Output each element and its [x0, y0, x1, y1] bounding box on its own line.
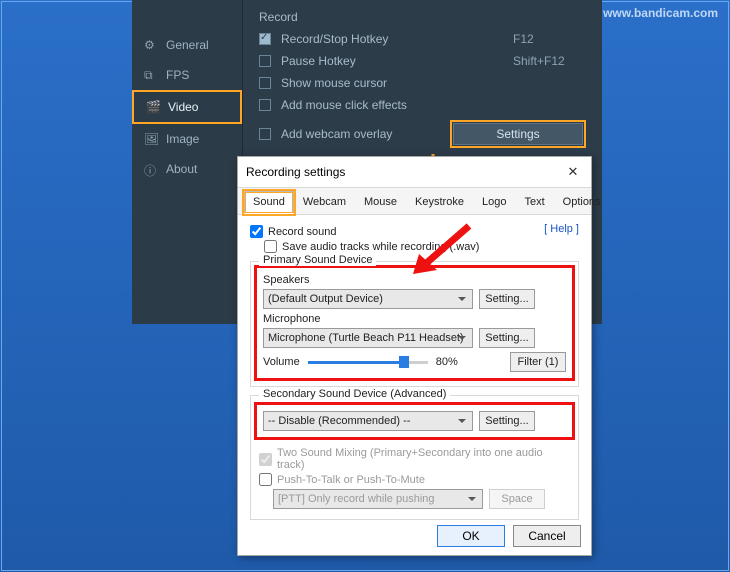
label-speakers: Speakers — [263, 274, 566, 286]
ptt-key-box: Space — [489, 489, 545, 509]
select-microphone[interactable]: Microphone (Turtle Beach P11 Headset) — [263, 328, 473, 348]
cancel-button[interactable]: Cancel — [513, 525, 581, 547]
recording-settings-dialog: Recording settings ✕ Sound Webcam Mouse … — [237, 156, 592, 556]
sidebar-item-label: FPS — [166, 68, 189, 82]
sidebar-item-about[interactable]: ⓘ About — [132, 154, 242, 184]
tab-options[interactable]: Options — [554, 191, 610, 214]
sidebar-item-fps[interactable]: ⧉ FPS — [132, 60, 242, 90]
hotkey-value: F12 — [513, 32, 534, 46]
checkbox-mouse-click[interactable] — [259, 99, 271, 111]
label: Add webcam overlay — [281, 127, 392, 141]
volume-slider[interactable] — [308, 354, 428, 370]
label-microphone: Microphone — [263, 313, 566, 325]
label: Pause Hotkey — [281, 54, 356, 68]
checkbox-save-wav[interactable]: Save audio tracks while recording (.wav) — [264, 240, 579, 253]
label: Record/Stop Hotkey — [281, 32, 388, 46]
row-webcam-overlay: Add webcam overlay Settings — [243, 116, 602, 152]
label-volume: Volume — [263, 356, 300, 368]
group-title: Secondary Sound Device (Advanced) — [259, 388, 450, 400]
label: Add mouse click effects — [281, 98, 407, 112]
tab-keystroke[interactable]: Keystroke — [406, 191, 473, 214]
select-ptt-mode: [PTT] Only record while pushing — [273, 489, 483, 509]
hotkey-value: Shift+F12 — [513, 54, 565, 68]
row-pause-hotkey: Pause Hotkey Shift+F12 — [243, 50, 602, 72]
settings-highlight: Settings — [450, 120, 586, 148]
dialog-tabs: Sound Webcam Mouse Keystroke Logo Text O… — [238, 187, 591, 215]
watermark: www.bandicam.com — [603, 6, 718, 20]
help-link[interactable]: [ Help ] — [544, 223, 579, 235]
checkbox-webcam-overlay[interactable] — [259, 128, 271, 140]
secondary-setting-button[interactable]: Setting... — [479, 411, 535, 431]
tab-text[interactable]: Text — [515, 191, 553, 214]
info-icon: ⓘ — [144, 162, 158, 176]
group-primary-sound: Primary Sound Device Speakers (Default O… — [250, 261, 579, 387]
dialog-titlebar: Recording settings ✕ — [238, 157, 591, 187]
row-record-hotkey: Record/Stop Hotkey F12 — [243, 28, 602, 50]
select-secondary[interactable]: -- Disable (Recommended) -- — [263, 411, 473, 431]
sidebar: ⚙ General ⧉ FPS 🎬 Video 🖼 Image ⓘ About — [132, 0, 242, 324]
gear-icon: ⚙ — [144, 38, 158, 52]
select-speakers[interactable]: (Default Output Device) — [263, 289, 473, 309]
group-title: Primary Sound Device — [259, 254, 376, 266]
dialog-body: [ Help ] Record sound Save audio tracks … — [238, 215, 591, 528]
sidebar-item-label: Video — [168, 100, 198, 114]
sidebar-item-target[interactable] — [132, 0, 242, 30]
video-icon: 🎬 — [146, 100, 160, 114]
checkbox-two-sound-mixing: Two Sound Mixing (Primary+Secondary into… — [259, 447, 570, 471]
checkbox-record-hotkey[interactable] — [259, 33, 271, 45]
close-button[interactable]: ✕ — [563, 163, 583, 181]
checkbox-record-sound[interactable]: Record sound — [250, 225, 544, 238]
section-record: Record — [243, 0, 602, 28]
checkbox-pause-hotkey[interactable] — [259, 55, 271, 67]
settings-button[interactable]: Settings — [453, 123, 583, 145]
annotation-red-secondary: -- Disable (Recommended) -- Setting... — [259, 407, 570, 435]
sidebar-item-label: General — [166, 38, 209, 52]
checkbox-ptt[interactable]: Push-To-Talk or Push-To-Mute — [259, 473, 570, 486]
annotation-red-primary: Speakers (Default Output Device) Setting… — [259, 270, 570, 376]
tab-sound[interactable]: Sound — [244, 191, 294, 214]
row-mouse-cursor: Show mouse cursor — [243, 72, 602, 94]
tab-webcam[interactable]: Webcam — [294, 191, 355, 214]
sidebar-item-label: About — [166, 162, 197, 176]
sidebar-item-image[interactable]: 🖼 Image — [132, 124, 242, 154]
sidebar-item-label: Image — [166, 132, 199, 146]
row-mouse-click: Add mouse click effects — [243, 94, 602, 116]
sidebar-item-general[interactable]: ⚙ General — [132, 30, 242, 60]
filter-button[interactable]: Filter (1) — [510, 352, 566, 372]
ok-button[interactable]: OK — [437, 525, 505, 547]
tab-logo[interactable]: Logo — [473, 191, 515, 214]
label: Show mouse cursor — [281, 76, 387, 90]
image-icon: 🖼 — [144, 132, 158, 146]
tab-mouse[interactable]: Mouse — [355, 191, 406, 214]
checkbox-mouse-cursor[interactable] — [259, 77, 271, 89]
group-secondary-sound: Secondary Sound Device (Advanced) -- Dis… — [250, 395, 579, 520]
fps-icon: ⧉ — [144, 68, 158, 82]
speakers-setting-button[interactable]: Setting... — [479, 289, 535, 309]
volume-value: 80% — [436, 356, 458, 368]
dialog-title-text: Recording settings — [246, 165, 345, 179]
microphone-setting-button[interactable]: Setting... — [479, 328, 535, 348]
dialog-buttons: OK Cancel — [437, 525, 581, 547]
sidebar-item-video[interactable]: 🎬 Video — [132, 90, 242, 124]
